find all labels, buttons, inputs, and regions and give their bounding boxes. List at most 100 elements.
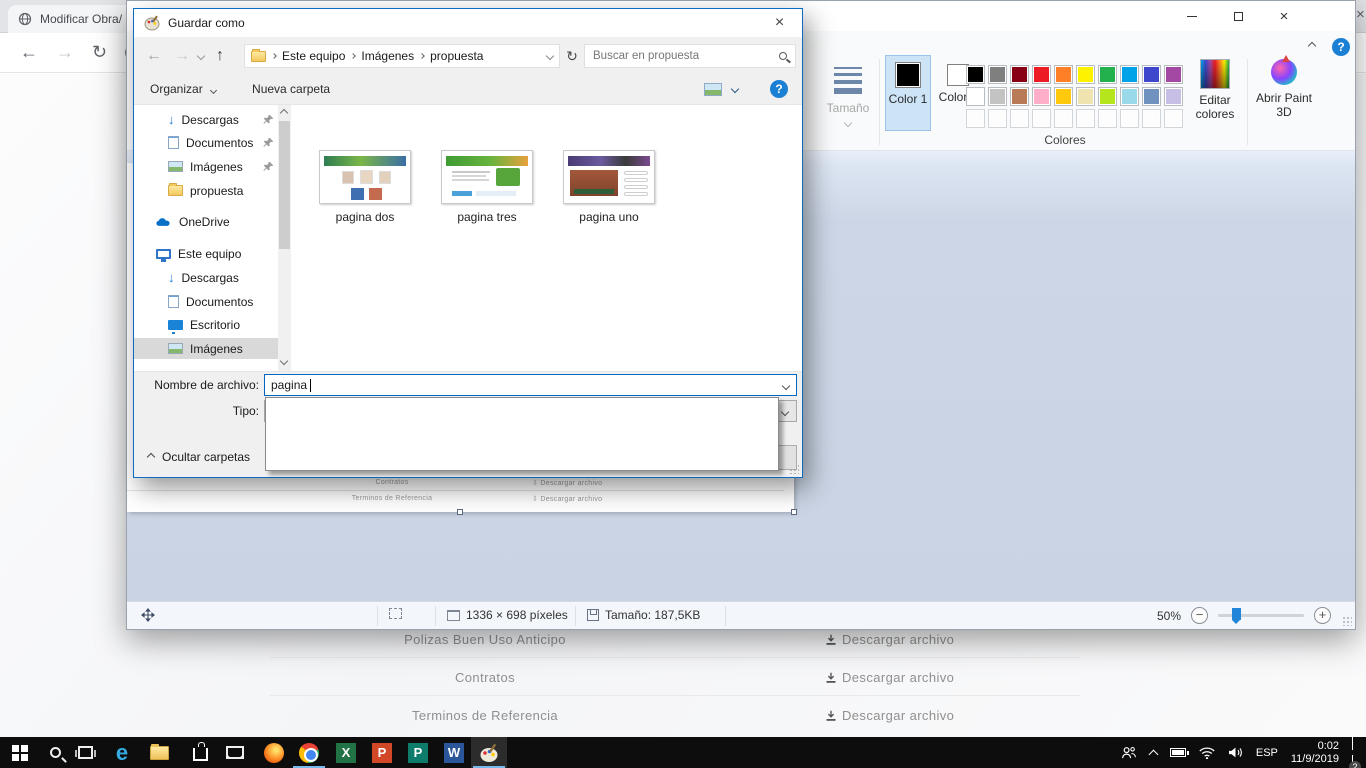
sidebar-item-este-equipo[interactable]: Este equipo [134,243,278,264]
palette-swatch-empty[interactable] [1098,109,1117,128]
sidebar-item-propuesta[interactable]: propuesta [134,180,278,201]
close-button[interactable]: × [1261,1,1307,31]
palette-swatch-empty[interactable] [988,109,1007,128]
sidebar-item-descargas-pc[interactable]: ↓ Descargas [134,267,278,288]
palette-swatch[interactable] [1142,87,1161,106]
action-center-button[interactable]: 2 [1352,735,1356,768]
start-button[interactable] [2,737,38,768]
address-dropdown-icon[interactable] [546,52,554,60]
volume-icon[interactable] [1228,746,1243,759]
palette-swatch[interactable] [1032,87,1051,106]
clock[interactable]: 0:02 11/9/2019 [1291,740,1339,766]
open-paint3d-button[interactable]: Abrir Paint 3D [1253,57,1315,119]
scrollbar-thumb[interactable] [279,121,290,249]
palette-swatch-empty[interactable] [1032,109,1051,128]
palette-swatch-empty[interactable] [966,109,985,128]
palette-swatch[interactable] [1032,65,1051,84]
reload-icon[interactable]: ↻ [92,42,107,63]
help-icon[interactable]: ? [770,80,788,98]
new-folder-button[interactable]: Nueva carpeta [252,82,330,96]
back-icon[interactable]: ← [146,47,162,65]
taskbar-powerpoint[interactable]: P [364,737,400,768]
scroll-up-icon[interactable] [280,109,288,117]
zoom-in-button[interactable]: + [1314,607,1331,624]
palette-swatch[interactable] [1164,87,1183,106]
palette-swatch[interactable] [988,65,1007,84]
download-link[interactable]: Descargar archivo [825,632,954,647]
palette-swatch[interactable] [1164,65,1183,84]
sidebar-item-descargas[interactable]: ↓ Descargas [134,109,278,130]
hidden-icons-chevron[interactable] [1148,749,1158,759]
sidebar-item-imagenes[interactable]: Imágenes [134,156,278,177]
palette-swatch-empty[interactable] [1142,109,1161,128]
color1-button[interactable]: Color 1 [885,55,931,131]
palette-swatch[interactable] [1120,65,1139,84]
breadcrumb-item[interactable]: Este equipo [282,49,345,63]
taskbar-publisher[interactable]: P [400,737,436,768]
view-dropdown-icon[interactable] [731,85,739,93]
hide-folders-button[interactable]: Ocultar carpetas [148,450,250,464]
file-item-pagina-tres[interactable]: pagina tres [439,150,535,224]
scroll-down-icon[interactable] [280,357,288,365]
sidebar-item-imagenes-pc[interactable]: Imágenes [134,338,278,359]
filename-input[interactable]: pagina [264,374,797,396]
palette-swatch-empty[interactable] [1010,109,1029,128]
palette-swatch[interactable] [988,87,1007,106]
taskbar-mail[interactable] [217,737,253,768]
filename-dropdown-icon[interactable] [776,378,796,392]
palette-swatch[interactable] [1054,87,1073,106]
minimize-button[interactable] [1169,1,1215,31]
browser-close-button[interactable]: × [1356,6,1366,23]
taskbar-file-explorer[interactable] [141,737,177,768]
palette-swatch[interactable] [1010,87,1029,106]
palette-swatch-empty[interactable] [1120,109,1139,128]
canvas-resize-handle-corner[interactable] [791,509,797,515]
taskbar-firefox[interactable] [256,737,292,768]
filename-suggestions-panel[interactable] [265,397,779,471]
people-icon[interactable] [1121,746,1137,759]
sidebar-scrollbar[interactable] [278,105,291,371]
zoom-slider[interactable] [1218,614,1304,617]
dialog-close-icon[interactable]: × [757,9,802,37]
zoom-out-button[interactable]: − [1191,607,1208,624]
palette-swatch[interactable] [1098,87,1117,106]
palette-swatch-empty[interactable] [1164,109,1183,128]
download-link[interactable]: Descargar archivo [825,670,954,685]
zoom-slider-thumb[interactable] [1232,608,1241,620]
wifi-icon[interactable] [1199,747,1215,759]
task-view-button[interactable] [67,737,103,768]
file-item-pagina-uno[interactable]: pagina uno [561,150,657,224]
edit-colors-button[interactable]: Editar colores [1187,57,1243,121]
taskbar-chrome[interactable] [291,737,327,768]
language-indicator[interactable]: ESP [1256,747,1278,759]
organize-button[interactable]: Organizar [150,82,216,96]
battery-icon[interactable] [1170,748,1186,757]
taskbar-excel[interactable]: X [328,737,364,768]
refresh-icon[interactable]: ↻ [562,44,582,68]
palette-swatch[interactable] [1142,65,1161,84]
file-item-pagina-dos[interactable]: pagina dos [317,150,413,224]
taskbar-word[interactable]: W [436,737,472,768]
taskbar-store[interactable] [182,737,218,768]
palette-swatch[interactable] [1076,87,1095,106]
palette-swatch[interactable] [1076,65,1095,84]
palette-swatch[interactable] [1010,65,1029,84]
palette-swatch[interactable] [966,65,985,84]
breadcrumb-item[interactable]: Imágenes [361,49,414,63]
sidebar-item-onedrive[interactable]: OneDrive [134,211,278,232]
canvas-resize-handle-bottom[interactable] [457,509,463,515]
palette-swatch[interactable] [1120,87,1139,106]
back-icon[interactable]: ← [20,42,38,63]
taskbar-edge[interactable]: e [104,737,140,768]
paint-help-icon[interactable]: ? [1332,38,1350,56]
up-icon[interactable]: ↑ [216,47,224,65]
taskbar-paint[interactable] [471,737,507,768]
sidebar-item-documentos-pc[interactable]: Documentos [134,291,278,312]
window-resize-grip[interactable] [1342,616,1352,626]
search-input[interactable]: Buscar en propuesta [584,44,796,68]
breadcrumb-item[interactable]: propuesta [430,49,483,63]
sidebar-item-escritorio[interactable]: Escritorio [134,314,278,335]
download-link[interactable]: Descargar archivo [825,708,954,723]
sidebar-item-documentos[interactable]: Documentos [134,132,278,153]
palette-swatch-empty[interactable] [1076,109,1095,128]
